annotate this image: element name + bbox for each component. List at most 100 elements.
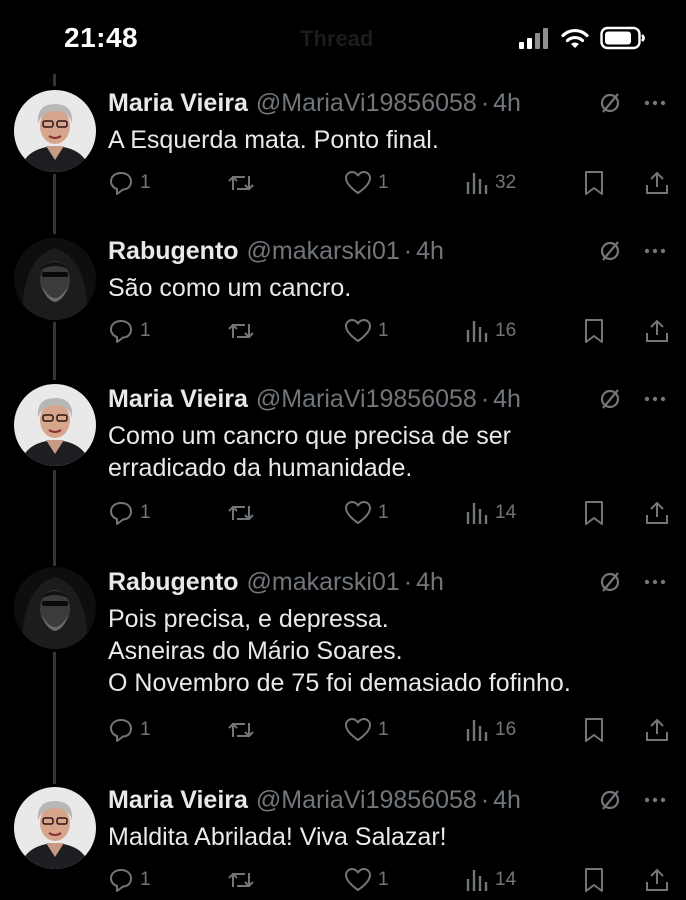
- more-icon[interactable]: [644, 579, 666, 585]
- woman-glasses-avatar: [14, 384, 96, 466]
- avatar[interactable]: [14, 384, 96, 466]
- status-icons: [518, 26, 646, 50]
- thread-line: [53, 74, 56, 86]
- share-icon: [644, 170, 670, 196]
- like-button[interactable]: 1: [344, 168, 389, 198]
- author-name[interactable]: Maria Vieira: [108, 385, 248, 414]
- author-name[interactable]: Rabugento: [108, 568, 239, 597]
- bookmark-button[interactable]: [582, 865, 606, 895]
- grok-icon[interactable]: [598, 788, 622, 812]
- more-icon[interactable]: [644, 248, 666, 254]
- reply-icon: [108, 717, 134, 743]
- tweet-text-line: Como um cancro que precisa de ser: [108, 422, 511, 450]
- retweet-icon: [226, 318, 256, 344]
- more-icon[interactable]: [644, 797, 666, 803]
- signal-icon: [518, 27, 550, 49]
- like-count: 1: [378, 502, 389, 523]
- retweet-button[interactable]: [226, 498, 262, 528]
- header-actions: [598, 384, 666, 414]
- avatar[interactable]: [14, 787, 96, 869]
- tweet-text-line: O Novembro de 75 foi demasiado fofinho.: [108, 669, 571, 697]
- tweet-time[interactable]: 4h: [493, 89, 521, 118]
- retweet-button[interactable]: [226, 715, 262, 745]
- author-handle[interactable]: @makarski01: [247, 237, 400, 266]
- grok-icon[interactable]: [598, 239, 622, 263]
- tweet-text: São como um cancro.: [108, 272, 666, 304]
- tweet-text: Maldita Abrilada! Viva Salazar!: [108, 821, 666, 853]
- reply-button[interactable]: 1: [108, 715, 151, 745]
- like-button[interactable]: 1: [344, 865, 389, 895]
- tweet-text-line: Maldita Abrilada! Viva Salazar!: [108, 823, 447, 851]
- like-count: 1: [378, 320, 389, 341]
- like-button[interactable]: 1: [344, 316, 389, 346]
- reply-icon: [108, 500, 134, 526]
- grok-icon[interactable]: [598, 91, 622, 115]
- bookmark-button[interactable]: [582, 168, 606, 198]
- tweet-actions: 1 1 32: [108, 168, 673, 198]
- author-handle[interactable]: @makarski01: [247, 568, 400, 597]
- views-button[interactable]: 14: [465, 498, 516, 528]
- more-icon[interactable]: [644, 396, 666, 402]
- separator-dot: ·: [480, 88, 490, 117]
- heart-icon: [344, 867, 372, 893]
- view-count: 32: [495, 172, 517, 193]
- tweet-text: A Esquerda mata. Ponto final.: [108, 124, 666, 156]
- like-button[interactable]: 1: [344, 498, 389, 528]
- header-actions: [598, 88, 666, 118]
- like-button[interactable]: 1: [344, 715, 389, 745]
- share-button[interactable]: [644, 715, 670, 745]
- views-button[interactable]: 32: [465, 168, 516, 198]
- bookmark-button[interactable]: [582, 316, 606, 346]
- tweet-text: Pois precisa, e depressa. Asneiras do Má…: [108, 603, 666, 699]
- bookmark-icon: [582, 717, 606, 743]
- author-handle[interactable]: @MariaVi19856058: [256, 385, 477, 414]
- author-handle[interactable]: @MariaVi19856058: [256, 786, 477, 815]
- like-count: 1: [378, 719, 389, 740]
- tweet-header: Rabugento @makarski01 · 4h: [108, 236, 666, 266]
- share-button[interactable]: [644, 316, 670, 346]
- tweet-time[interactable]: 4h: [416, 237, 444, 266]
- grok-icon[interactable]: [598, 387, 622, 411]
- grok-icon[interactable]: [598, 570, 622, 594]
- author-name[interactable]: Rabugento: [108, 237, 239, 266]
- avatar[interactable]: [14, 238, 96, 320]
- bookmark-button[interactable]: [582, 498, 606, 528]
- separator-dot: ·: [403, 236, 413, 265]
- battery-icon: [600, 26, 646, 50]
- author-handle[interactable]: @MariaVi19856058: [256, 89, 477, 118]
- tweet-header: Maria Vieira @MariaVi19856058 · 4h: [108, 785, 666, 815]
- reply-button[interactable]: 1: [108, 498, 151, 528]
- views-button[interactable]: 16: [465, 316, 516, 346]
- retweet-button[interactable]: [226, 316, 262, 346]
- avatar[interactable]: [14, 90, 96, 172]
- share-icon: [644, 318, 670, 344]
- tweet-text-line: Asneiras do Mário Soares.: [108, 637, 403, 665]
- author-name[interactable]: Maria Vieira: [108, 89, 248, 118]
- bookmark-button[interactable]: [582, 715, 606, 745]
- tweet-time[interactable]: 4h: [493, 786, 521, 815]
- share-icon: [644, 867, 670, 893]
- views-button[interactable]: 14: [465, 865, 516, 895]
- reply-button[interactable]: 1: [108, 316, 151, 346]
- tweet-text-line: Pois precisa, e depressa.: [108, 605, 389, 633]
- reply-count: 1: [140, 320, 151, 341]
- tweet-header: Maria Vieira @MariaVi19856058 · 4h: [108, 384, 666, 414]
- share-button[interactable]: [644, 865, 670, 895]
- thread-line: [53, 652, 56, 784]
- views-button[interactable]: 16: [465, 715, 516, 745]
- reply-button[interactable]: 1: [108, 168, 151, 198]
- share-button[interactable]: [644, 168, 670, 198]
- retweet-button[interactable]: [226, 168, 262, 198]
- share-button[interactable]: [644, 498, 670, 528]
- retweet-button[interactable]: [226, 865, 262, 895]
- tweet-time[interactable]: 4h: [416, 568, 444, 597]
- author-name[interactable]: Maria Vieira: [108, 786, 248, 815]
- views-icon: [465, 717, 489, 743]
- tweet-body: Maria Vieira @MariaVi19856058 · 4h Maldi…: [108, 785, 666, 853]
- reply-button[interactable]: 1: [108, 865, 151, 895]
- tweet-time[interactable]: 4h: [493, 385, 521, 414]
- bookmark-icon: [582, 867, 606, 893]
- avatar[interactable]: [14, 567, 96, 649]
- more-icon[interactable]: [644, 100, 666, 106]
- tweet-body: Maria Vieira @MariaVi19856058 · 4h A Esq…: [108, 88, 666, 156]
